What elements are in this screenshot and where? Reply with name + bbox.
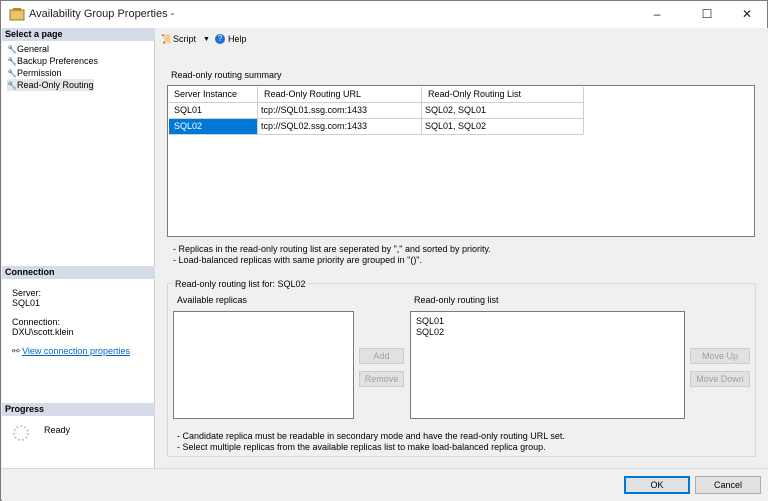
page-label: Permission — [17, 68, 62, 78]
routing-summary-grid[interactable]: Server Instance Read-Only Routing URL Re… — [167, 85, 755, 237]
page-label: General — [17, 44, 50, 54]
cell-routing-url[interactable]: tcp://SQL02.ssg.com:1433 — [258, 119, 422, 135]
script-button[interactable]: Script — [173, 34, 196, 44]
column-header-server-instance[interactable]: Server Instance — [169, 87, 258, 103]
routing-list-title: Read-only routing list for: SQL02 — [173, 279, 308, 289]
available-replicas-label: Available replicas — [177, 295, 247, 305]
cell-routing-url[interactable]: tcp://SQL01.ssg.com:1433 — [258, 103, 422, 119]
list-item[interactable]: SQL02 — [416, 327, 684, 338]
cell-server-instance[interactable]: SQL02 — [169, 119, 258, 135]
page-item-general[interactable]: 🔧General — [7, 43, 49, 55]
server-label: Server: — [12, 288, 42, 298]
remove-button[interactable]: Remove — [359, 371, 404, 387]
help-button[interactable]: Help — [228, 34, 247, 44]
maximize-button[interactable]: ☐ — [685, 1, 729, 28]
cell-server-instance[interactable]: SQL01 — [169, 103, 258, 119]
connection-value: DXU\scott.klein — [12, 327, 74, 337]
summary-title: Read-only routing summary — [171, 70, 282, 80]
close-button[interactable]: ✕ — [725, 1, 768, 28]
page-label: Backup Preferences — [17, 56, 99, 66]
column-header-routing-list[interactable]: Read-Only Routing List — [422, 87, 584, 103]
summary-note-grouping: - Load-balanced replicas with same prior… — [173, 255, 423, 265]
available-replicas-list[interactable] — [173, 311, 354, 419]
move-down-button[interactable]: Move Down — [690, 371, 750, 387]
page-label: Read-Only Routing — [17, 80, 94, 90]
dialog-footer: OK Cancel — [2, 468, 768, 501]
connection-label: Connection: — [12, 317, 61, 327]
summary-note-separator: - Replicas in the read-only routing list… — [173, 244, 491, 254]
title-bar: Availability Group Properties - – ☐ ✕ — [1, 1, 767, 28]
chevron-down-icon[interactable]: ▼ — [203, 36, 210, 43]
script-icon[interactable]: 📜 — [161, 34, 172, 45]
select-page-header: Select a page — [2, 28, 155, 41]
ok-button[interactable]: OK — [624, 476, 690, 494]
connection-icon: ⚯ — [12, 346, 20, 356]
left-pane: Select a page 🔧General 🔧Backup Preferenc… — [2, 28, 155, 468]
page-item-permission[interactable]: 🔧Permission — [7, 67, 62, 79]
move-up-button[interactable]: Move Up — [690, 348, 750, 364]
view-connection-properties[interactable]: ⚯ View connection properties — [12, 346, 130, 357]
column-header-routing-url[interactable]: Read-Only Routing URL — [258, 87, 422, 103]
list-item[interactable]: SQL01 — [416, 316, 684, 327]
progress-header: Progress — [2, 403, 155, 416]
page-item-read-only-routing[interactable]: 🔧Read-Only Routing — [7, 79, 94, 91]
page-content: Read-only routing summary Server Instanc… — [156, 50, 768, 468]
server-value: SQL01 — [12, 298, 41, 308]
wrench-icon: 🔧 — [7, 81, 17, 90]
read-only-routing-list[interactable]: SQL01 SQL02 — [410, 311, 685, 419]
app-icon — [9, 8, 25, 21]
view-connection-link[interactable]: View connection properties — [22, 346, 130, 356]
routing-note-load-balanced: - Select multiple replicas from the avai… — [177, 442, 546, 452]
toolbar: 📜 Script ▼ ? Help — [156, 28, 768, 50]
connection-header: Connection — [2, 266, 155, 279]
routing-note-candidate: - Candidate replica must be readable in … — [177, 431, 565, 441]
cell-routing-list[interactable]: SQL02, SQL01 — [422, 103, 584, 119]
page-item-backup-preferences[interactable]: 🔧Backup Preferences — [7, 55, 98, 67]
cancel-button[interactable]: Cancel — [695, 476, 761, 494]
window-title: Availability Group Properties - — [29, 8, 175, 20]
minimize-button[interactable]: – — [635, 1, 679, 28]
cell-routing-list[interactable]: SQL01, SQL02 — [422, 119, 584, 135]
add-button[interactable]: Add — [359, 348, 404, 364]
help-icon[interactable]: ? — [215, 34, 225, 44]
properties-window: Availability Group Properties - – ☐ ✕ Se… — [0, 0, 768, 501]
progress-spinner-icon — [13, 425, 29, 441]
routing-list-label: Read-only routing list — [414, 295, 499, 305]
progress-status: Ready — [44, 425, 71, 435]
